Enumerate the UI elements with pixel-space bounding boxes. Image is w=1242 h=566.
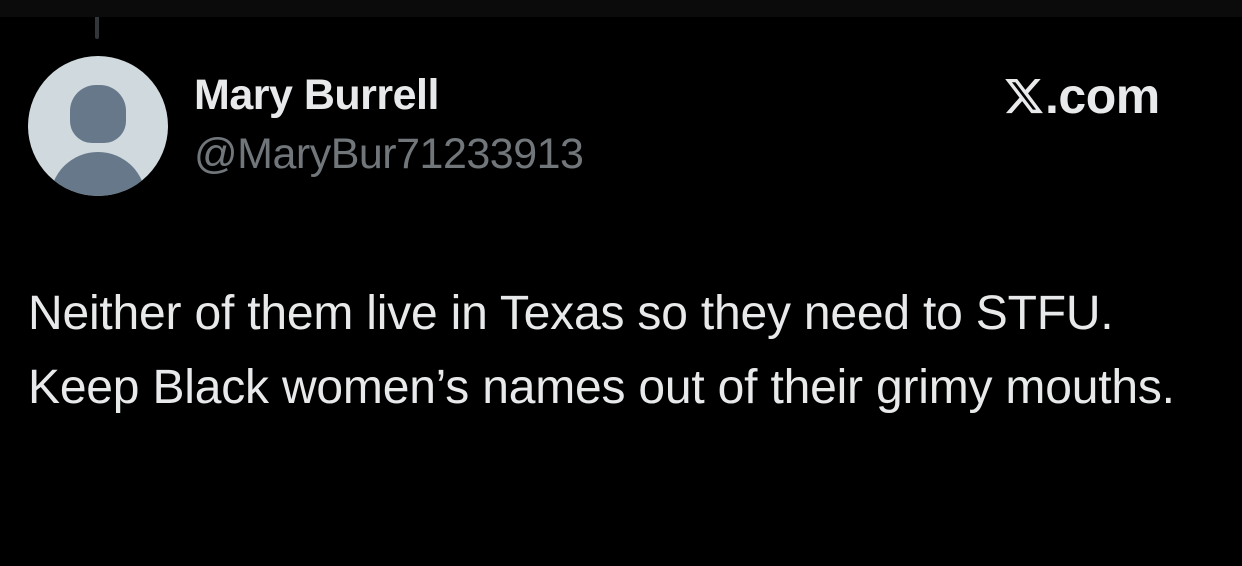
brand-watermark: .com — [1003, 68, 1160, 124]
tweet-text: Neither of them live in Texas so they ne… — [28, 287, 1175, 414]
author-display-name[interactable]: Mary Burrell — [194, 69, 439, 121]
brand-domain-text: .com — [1045, 68, 1160, 124]
x-logo-icon — [1005, 78, 1043, 114]
thread-connector-line — [95, 17, 99, 39]
top-divider — [0, 0, 1242, 17]
author-handle[interactable]: @MaryBur71233913 — [194, 128, 584, 180]
avatar[interactable] — [28, 56, 168, 196]
